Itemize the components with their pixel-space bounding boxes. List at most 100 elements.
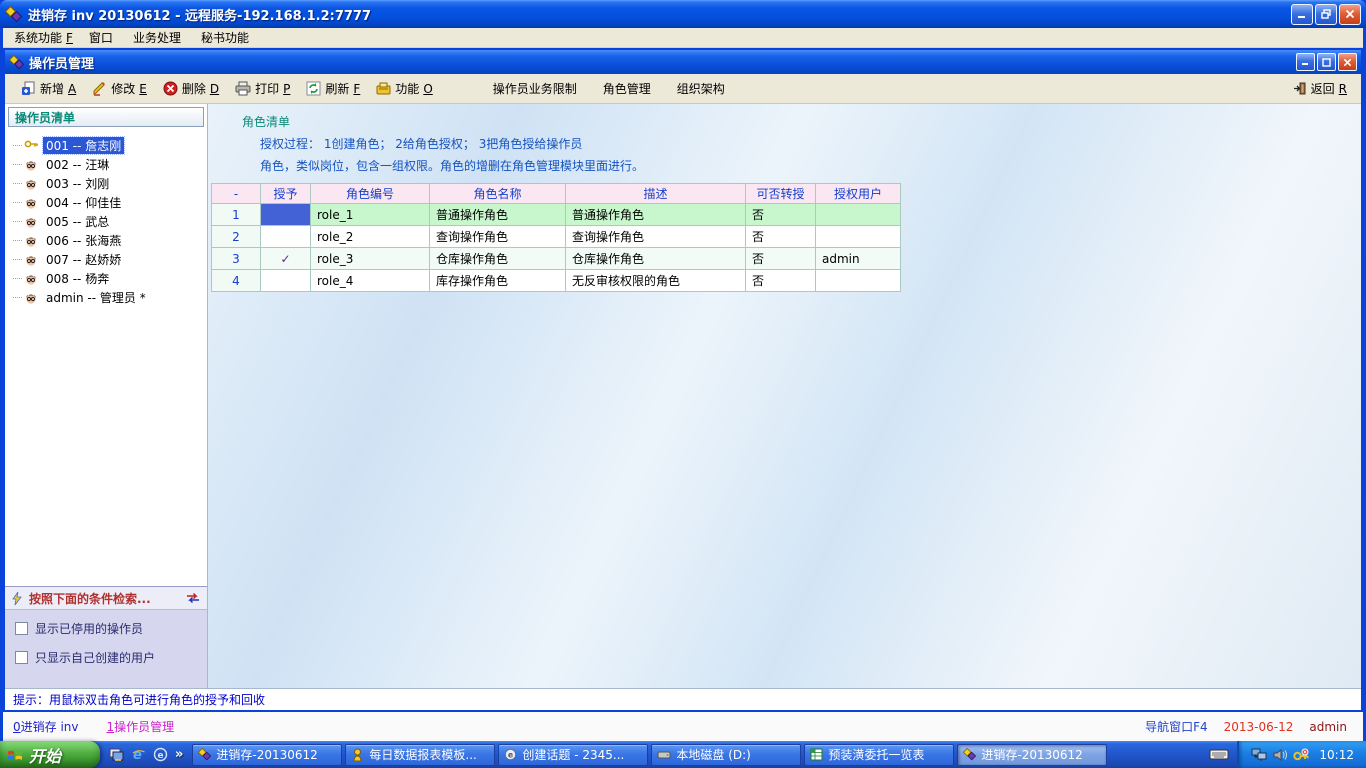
add-button[interactable]: 新增A	[13, 76, 84, 101]
taskbar-task-spreadsheet[interactable]: 预装潢委托一览表	[804, 744, 954, 766]
checkbox-icon[interactable]	[15, 622, 28, 635]
operator-avatar-icon	[23, 215, 39, 229]
table-row[interactable]: 4 role_4 库存操作角色 无反审核权限的角色 否	[212, 270, 901, 292]
function-button[interactable]: 功能O	[368, 76, 440, 101]
table-row[interactable]: 1 role_1 普通操作角色 普通操作角色 否	[212, 204, 901, 226]
delete-button[interactable]: 删除D	[155, 76, 227, 101]
checkbox-icon[interactable]	[15, 651, 28, 664]
taskbar-task-create-topic[interactable]: e 创建话题 - 2345...	[498, 744, 648, 766]
operator-business-limit-button[interactable]: 操作员业务限制	[483, 77, 587, 100]
child-minimize-icon[interactable]	[1296, 53, 1315, 71]
operator-avatar-icon	[23, 253, 39, 267]
table-row[interactable]: 2 role_2 查询操作角色 查询操作角色 否	[212, 226, 901, 248]
taskbar-task-inv-1[interactable]: 进销存-20130612	[192, 744, 342, 766]
tree-item-002[interactable]: 002 -- 汪琳	[5, 155, 207, 174]
input-method-keyboard-icon[interactable]	[1209, 748, 1229, 761]
col-rownum: -	[212, 184, 261, 204]
org-structure-button[interactable]: 组织架构	[667, 77, 735, 100]
window-titlebar: 进销存 inv 20130612 - 远程服务-192.168.1.2:7777	[0, 0, 1366, 28]
operator-avatar-icon	[23, 196, 39, 210]
minimize-icon[interactable]	[1291, 4, 1313, 25]
taskbar-task-report-template[interactable]: 每日数据报表模板...	[345, 744, 495, 766]
selected-cell[interactable]	[261, 204, 311, 226]
menu-window[interactable]: 窗口	[82, 27, 126, 48]
menu-business[interactable]: 业务处理	[126, 27, 194, 48]
window-tab-row: 0进销存 inv 1操作员管理 导航窗口F4 2013-06-12 admin	[3, 712, 1363, 741]
role-info-line1: 授权过程： 1创建角色； 2给角色授权； 3把角色授给操作员	[260, 135, 1361, 152]
table-row[interactable]: 3 ✓ role_3 仓库操作角色 仓库操作角色 否 admin	[212, 248, 901, 270]
col-role-code: 角色编号	[311, 184, 430, 204]
tree-item-004[interactable]: 004 -- 仰佳佳	[5, 193, 207, 212]
col-role-name: 角色名称	[430, 184, 566, 204]
swap-arrows-icon[interactable]	[185, 592, 201, 604]
nav-window-shortcut[interactable]: 导航窗口F4	[1145, 718, 1208, 735]
role-list-title: 角色清单	[242, 113, 1361, 130]
operator-tree: 001 -- 詹志刚 002 -- 汪琳 003 -- 刘刚 004 -- 仰佳…	[5, 130, 207, 586]
operator-avatar-icon	[23, 291, 39, 305]
child-close-icon[interactable]	[1338, 53, 1357, 71]
menu-secretary[interactable]: 秘书功能	[194, 27, 262, 48]
tab-operator-management[interactable]: 1操作员管理	[107, 718, 175, 735]
tree-item-001[interactable]: 001 -- 詹志刚	[5, 136, 207, 155]
operator-panel: 操作员清单 001 -- 詹志刚 002 -- 汪琳 003 -- 刘刚	[5, 104, 208, 688]
refresh-icon	[306, 81, 321, 96]
show-disabled-operators-checkbox[interactable]: 显示已停用的操作员	[15, 620, 207, 637]
tree-item-005[interactable]: 005 -- 武总	[5, 212, 207, 231]
tree-item-admin[interactable]: admin -- 管理员 *	[5, 288, 207, 307]
operator-avatar-icon	[23, 158, 39, 172]
windows-flag-icon	[7, 748, 23, 762]
report-doc-icon	[351, 748, 364, 761]
show-own-users-checkbox[interactable]: 只显示自己创建的用户	[15, 649, 207, 666]
role-management-button[interactable]: 角色管理	[593, 77, 661, 100]
search-filter-header[interactable]: 按照下面的条件检索...	[5, 586, 207, 610]
operator-key-icon	[23, 139, 39, 153]
start-button[interactable]: 开始	[0, 741, 100, 768]
tree-item-007[interactable]: 007 -- 赵娇娇	[5, 250, 207, 269]
restore-icon[interactable]	[1315, 4, 1337, 25]
print-button[interactable]: 打印P	[227, 76, 298, 101]
search-filter-panel: 显示已停用的操作员 只显示自己创建的用户	[5, 610, 207, 688]
tree-item-006[interactable]: 006 -- 张海燕	[5, 231, 207, 250]
tree-item-008[interactable]: 008 -- 杨奔	[5, 269, 207, 288]
taskbar-task-inv-2-active[interactable]: 进销存-20130612	[957, 744, 1107, 766]
tree-item-003[interactable]: 003 -- 刘刚	[5, 174, 207, 193]
role-table-header-row: - 授予 角色编号 角色名称 描述 可否转授 授权用户	[212, 184, 901, 204]
show-desktop-icon[interactable]	[109, 748, 124, 762]
taskbar-task-local-disk-d[interactable]: 本地磁盘 (D:)	[651, 744, 801, 766]
current-date: 2013-06-12	[1224, 720, 1294, 734]
clock[interactable]: 10:12	[1319, 748, 1354, 762]
refresh-button[interactable]: 刷新F	[298, 76, 368, 101]
return-button[interactable]: 返回R	[1287, 77, 1353, 100]
svg-text:e: e	[133, 748, 142, 762]
spreadsheet-icon	[810, 748, 823, 761]
child-window-icon	[9, 55, 24, 70]
role-table: - 授予 角色编号 角色名称 描述 可否转授 授权用户 1 role_1 普通操…	[211, 183, 901, 292]
network-icon[interactable]	[1251, 748, 1267, 762]
key-alert-icon[interactable]	[1293, 748, 1309, 762]
taskbar: 开始 e e » 进销存-20130612 每日数据报表模板... e 创建话题…	[0, 741, 1366, 768]
col-description: 描述	[566, 184, 746, 204]
current-user: admin	[1309, 720, 1347, 734]
lightning-icon	[11, 591, 24, 606]
internet-explorer-icon[interactable]: e	[131, 747, 146, 762]
app-diamond-icon	[198, 748, 211, 761]
disk-drive-icon	[657, 749, 671, 761]
browser-e-icon[interactable]: e	[153, 747, 168, 762]
col-granted-user: 授权用户	[816, 184, 901, 204]
menu-system[interactable]: 系统功能F	[7, 27, 82, 48]
app-icon	[5, 6, 22, 23]
volume-icon[interactable]	[1273, 748, 1287, 762]
close-icon[interactable]	[1339, 4, 1361, 25]
browser-e-icon: e	[504, 748, 517, 761]
role-main-area: 角色清单 授权过程： 1创建角色； 2给角色授权； 3把角色授给操作员 角色，类…	[208, 104, 1361, 688]
menu-bar: 系统功能F 窗口 业务处理 秘书功能	[3, 28, 1363, 48]
tab-main-window[interactable]: 0进销存 inv	[13, 718, 79, 735]
child-maximize-icon[interactable]	[1317, 53, 1336, 71]
edit-button[interactable]: 修改E	[84, 76, 155, 101]
granted-check-mark[interactable]: ✓	[261, 248, 311, 270]
status-bar: 提示：用鼠标双击角色可进行角色的授予和回收	[5, 688, 1361, 710]
quick-launch-overflow-chevron[interactable]: »	[175, 747, 183, 762]
return-icon	[1293, 81, 1307, 96]
operator-management-window: 操作员管理 新增A 修改E 删除D 打印P 刷新F 功能O	[3, 48, 1363, 712]
operator-avatar-icon	[23, 234, 39, 248]
